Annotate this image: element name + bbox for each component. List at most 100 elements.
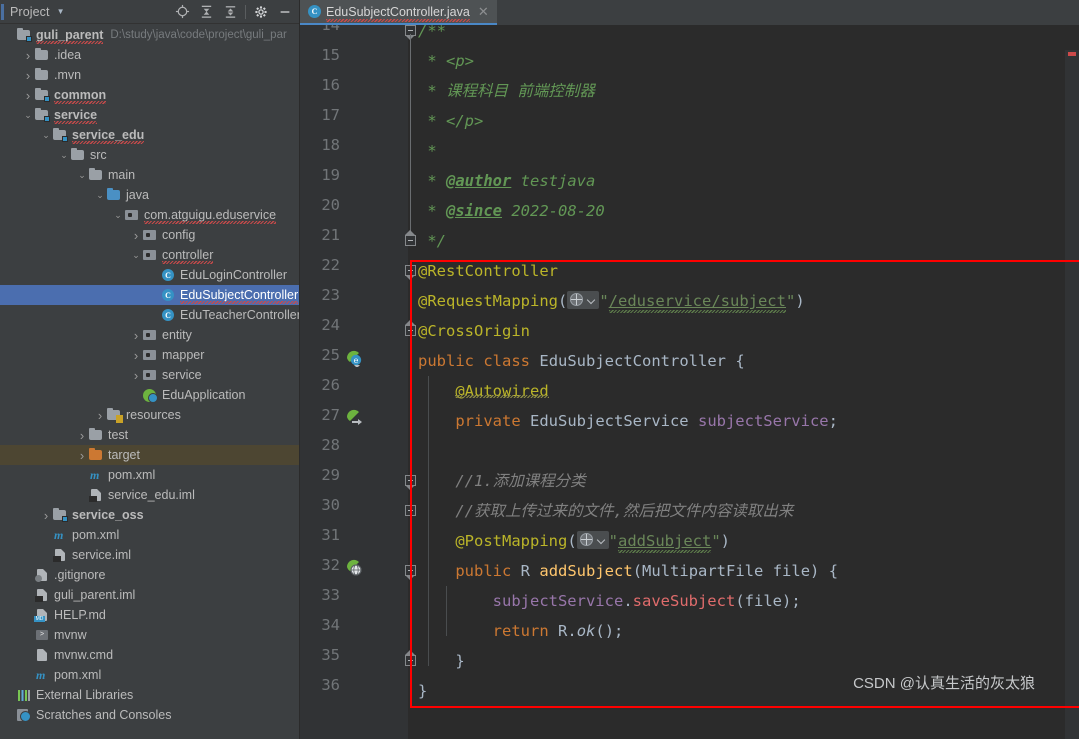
tree-item-mapper[interactable]: › mapper — [0, 345, 299, 365]
code-line-22[interactable]: @RestController — [418, 256, 558, 286]
code-line-20[interactable]: * @since 2022-08-20 — [418, 196, 604, 226]
tree-item-com-atguigu-eduservice[interactable]: ⌄ com.atguigu.eduservice — [0, 205, 299, 225]
fold-end-icon[interactable] — [404, 320, 417, 337]
code-editor[interactable]: 14 15 16 17 18 19 20 21 22 23 24 25 26 27 28 29 30 31 32 33… — [300, 25, 1079, 739]
tab-edusubjectcontroller[interactable]: C EduSubjectController.java ✕ — [300, 0, 497, 25]
tree-item-service-iml[interactable]: service.iml — [0, 545, 299, 565]
code-line-14[interactable]: /** — [418, 25, 446, 46]
chevron-right-icon[interactable]: › — [76, 449, 88, 462]
tree-item-pom-xml[interactable]: m pom.xml — [0, 465, 299, 485]
fold-start-icon[interactable] — [404, 474, 417, 490]
tree-item-pom-xml[interactable]: m pom.xml — [0, 665, 299, 685]
tree-item-eduapplication[interactable]: EduApplication — [0, 385, 299, 405]
chevron-down-icon[interactable]: ⌄ — [112, 209, 124, 221]
code-line-18[interactable]: * — [418, 136, 436, 166]
fold-start-icon[interactable] — [404, 564, 417, 580]
tree-item-service-oss[interactable]: › service_oss — [0, 505, 299, 525]
hide-tool-window-icon[interactable] — [273, 1, 297, 23]
tree-item-mvnw[interactable]: > mvnw — [0, 625, 299, 645]
code-line-21[interactable]: */ — [418, 226, 446, 256]
chevron-down-icon[interactable]: ⌄ — [94, 189, 106, 201]
tree-item-eduteachercontroller[interactable]: C EduTeacherController — [0, 305, 299, 325]
web-endpoint-gutter-icon[interactable] — [576, 531, 609, 549]
chevron-right-icon[interactable]: › — [76, 429, 88, 442]
chevron-down-icon[interactable]: ⌄ — [40, 129, 52, 141]
code-line-17[interactable]: * </p> — [418, 106, 483, 136]
code-line-32[interactable]: public R addSubject(MultipartFile file) … — [418, 556, 838, 586]
tree-item-help-md[interactable]: MD HELP.md — [0, 605, 299, 625]
tree-item-service-edu[interactable]: ⌄ service_edu — [0, 125, 299, 145]
tree-item-external-libraries[interactable]: External Libraries — [0, 685, 299, 705]
spring-web-endpoint-icon[interactable] — [345, 559, 363, 577]
expand-all-icon[interactable] — [194, 1, 218, 23]
error-stripe-marker[interactable] — [1068, 52, 1076, 56]
chevron-down-icon[interactable]: ⌄ — [58, 149, 70, 161]
tree-item-config[interactable]: › config — [0, 225, 299, 245]
code-line-27[interactable]: private EduSubjectService subjectService… — [418, 406, 838, 436]
tree-item-idea[interactable]: › .idea — [0, 45, 299, 65]
code-line-34[interactable]: return R.ok(); — [418, 616, 624, 646]
chevron-right-icon[interactable]: › — [94, 409, 106, 422]
tree-item-mvn[interactable]: › .mvn — [0, 65, 299, 85]
code-line-23[interactable]: @RequestMapping("/eduservice/subject") — [418, 286, 805, 316]
tree-item-pom-xml[interactable]: m pom.xml — [0, 525, 299, 545]
tree-item-target[interactable]: › target — [0, 445, 299, 465]
fold-column[interactable] — [404, 25, 418, 739]
code-line-31[interactable]: @PostMapping("addSubject") — [418, 526, 730, 556]
chevron-right-icon[interactable]: › — [130, 369, 142, 382]
tree-item-guli-parent-iml[interactable]: guli_parent.iml — [0, 585, 299, 605]
project-tree[interactable]: guli_parent D:\study\java\code\project\gu… — [0, 24, 299, 739]
code-line-15[interactable]: * <p> — [418, 46, 474, 76]
tree-item-service-edu-iml[interactable]: service_edu.iml — [0, 485, 299, 505]
code-line-24[interactable]: @CrossOrigin — [418, 316, 530, 346]
chevron-right-icon[interactable]: › — [130, 349, 142, 362]
tree-item-test[interactable]: › test — [0, 425, 299, 445]
tree-item-resources[interactable]: › resources — [0, 405, 299, 425]
locate-icon[interactable] — [170, 1, 194, 23]
chevron-down-icon[interactable]: ⌄ — [130, 249, 142, 261]
code-line-36[interactable]: } — [418, 676, 427, 706]
chevron-right-icon[interactable]: › — [22, 89, 34, 102]
chevron-right-icon[interactable]: › — [22, 69, 34, 82]
tree-item-java[interactable]: ⌄ java — [0, 185, 299, 205]
tree-item-src[interactable]: ⌄ src — [0, 145, 299, 165]
tree-item-service[interactable]: ⌄ service — [0, 105, 299, 125]
code-line-19[interactable]: * @author testjava — [418, 166, 595, 196]
fold-start-icon[interactable] — [404, 264, 417, 280]
settings-gear-icon[interactable] — [249, 1, 273, 23]
web-endpoint-gutter-icon[interactable] — [567, 291, 600, 309]
tree-item-guli-parent[interactable]: guli_parent D:\study\java\code\project\gu… — [0, 25, 299, 45]
tree-item-service[interactable]: › service — [0, 365, 299, 385]
code-line-29[interactable]: //1.添加课程分类 — [418, 466, 585, 496]
code-content[interactable]: /** * <p> * 课程科目 前端控制器 * </p> * * @autho… — [418, 25, 1079, 739]
chevron-down-icon[interactable]: ⌄ — [76, 169, 88, 181]
code-line-35[interactable]: } — [418, 646, 464, 676]
tree-item-gitignore[interactable]: .gitignore — [0, 565, 299, 585]
tree-item-entity[interactable]: › entity — [0, 325, 299, 345]
code-line-26[interactable]: @Autowired — [418, 376, 548, 406]
fold-end-icon[interactable] — [404, 230, 417, 247]
tree-item-mvnw-cmd[interactable]: mvnw.cmd — [0, 645, 299, 665]
tree-item-common[interactable]: › common — [0, 85, 299, 105]
code-line-25[interactable]: public class EduSubjectController { — [418, 346, 745, 376]
code-line-30[interactable]: //获取上传过来的文件,然后把文件内容读取出来 — [418, 496, 793, 526]
tree-item-edusubjectcontroller[interactable]: C EduSubjectController — [0, 285, 299, 305]
tree-item-main[interactable]: ⌄ main — [0, 165, 299, 185]
close-icon[interactable]: ✕ — [478, 5, 489, 18]
chevron-down-icon[interactable]: ▼ — [57, 7, 65, 16]
code-line-16[interactable]: * 课程科目 前端控制器 — [418, 76, 595, 106]
tree-item-edulogincontroller[interactable]: C EduLoginController — [0, 265, 299, 285]
editor-scrollbar-stripe[interactable] — [1065, 50, 1079, 739]
spring-autowire-icon[interactable] — [345, 409, 363, 427]
chevron-right-icon[interactable]: › — [130, 329, 142, 342]
chevron-right-icon[interactable]: › — [40, 509, 52, 522]
fold-end-icon[interactable] — [404, 650, 417, 667]
chevron-down-icon[interactable]: ⌄ — [22, 109, 34, 121]
collapse-all-icon[interactable] — [218, 1, 242, 23]
chevron-right-icon[interactable]: › — [130, 229, 142, 242]
code-line-33[interactable]: subjectService.saveSubject(file); — [418, 586, 801, 616]
tree-item-scratches-and-consoles[interactable]: Scratches and Consoles — [0, 705, 299, 725]
editor-gutter[interactable]: 14 15 16 17 18 19 20 21 22 23 24 25 26 27 28 29 30 31 32 33… — [300, 25, 408, 739]
tree-item-controller[interactable]: ⌄ controller — [0, 245, 299, 265]
fold-plain-icon[interactable] — [404, 504, 417, 517]
